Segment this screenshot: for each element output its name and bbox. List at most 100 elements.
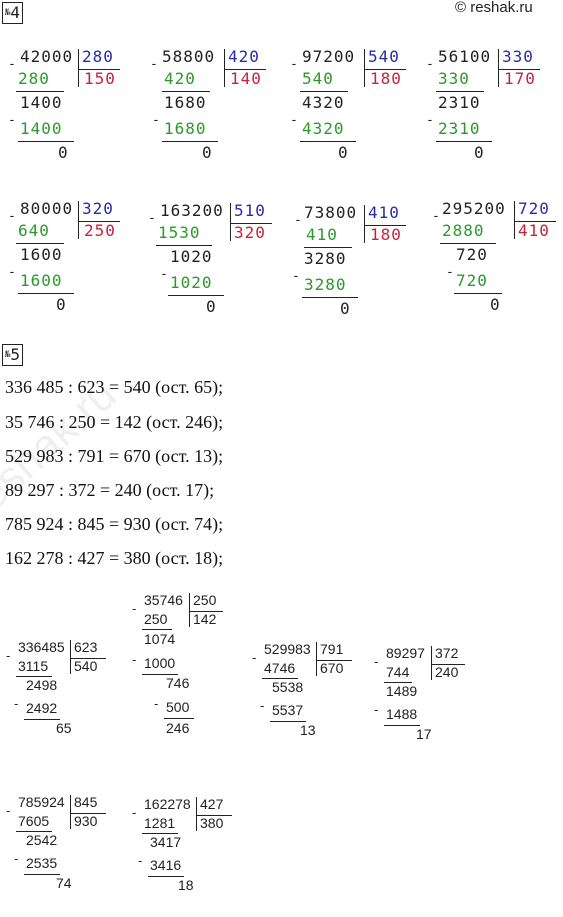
- subtraction-line: [384, 725, 420, 726]
- subtrahend: 720: [456, 271, 488, 290]
- minus-sign: -: [152, 113, 160, 128]
- division-bar: [364, 49, 365, 87]
- subtrahend: 744: [386, 664, 410, 680]
- quotient: 380: [200, 815, 224, 831]
- minus-sign: -: [6, 803, 11, 818]
- subtraction-line: [436, 141, 492, 142]
- remainder: 4320: [302, 93, 345, 112]
- quotient: 150: [84, 69, 116, 88]
- task-4-heading: №4: [2, 2, 24, 24]
- dividend: 97200: [302, 47, 356, 66]
- subtrahend: 4320: [302, 119, 345, 138]
- quotient: 930: [74, 813, 98, 829]
- subtraction-line: [18, 141, 74, 142]
- final-remainder: 74: [56, 875, 72, 891]
- site-brand[interactable]: © reshak.ru: [455, 0, 533, 16]
- subtrahend: 5537: [272, 702, 304, 718]
- final-remainder: 17: [416, 726, 432, 742]
- dividend: 73800: [304, 203, 358, 222]
- subtrahend: 540: [302, 69, 334, 88]
- minus-sign: -: [6, 648, 11, 663]
- quotient: 250: [84, 221, 116, 240]
- divisor: 330: [502, 47, 534, 66]
- quotient: 670: [320, 660, 344, 676]
- subtrahend: 1530: [158, 223, 201, 242]
- quotient: 410: [518, 221, 550, 240]
- division-bar: [189, 593, 190, 627]
- remainder: 1400: [20, 93, 63, 112]
- divisor: 410: [368, 203, 400, 222]
- dividend: 56100: [438, 47, 492, 66]
- subtraction-line: [302, 297, 358, 298]
- divisor: 427: [200, 796, 224, 812]
- remainder: 720: [456, 245, 488, 264]
- divisor: 720: [518, 199, 550, 218]
- minus-sign: -: [292, 269, 300, 284]
- dividend: 35746: [144, 592, 183, 608]
- subtrahend: 1400: [20, 119, 63, 138]
- divisor: 623: [74, 639, 98, 655]
- subtrahend: 250: [144, 611, 168, 627]
- final-remainder: 13: [300, 722, 316, 738]
- division-bar: [431, 646, 432, 680]
- subtrahend: 3416: [150, 857, 182, 873]
- quotient: 142: [193, 611, 217, 627]
- minus-sign: -: [138, 853, 143, 868]
- minus-sign: -: [374, 654, 379, 669]
- final-remainder: 0: [474, 143, 485, 162]
- divisor: 540: [368, 47, 400, 66]
- dividend: 336485: [18, 639, 65, 655]
- subtraction-line: [304, 247, 352, 248]
- subtraction-line: [18, 293, 74, 294]
- division-bar: [230, 203, 231, 241]
- minus-sign: -: [290, 57, 298, 72]
- subtraction-line: [24, 874, 60, 875]
- dividend: 89297: [386, 645, 425, 661]
- subtraction-line: [156, 245, 212, 246]
- subtraction-line: [454, 293, 502, 294]
- subtrahend: 4746: [264, 660, 296, 676]
- dividend: 162278: [144, 796, 191, 812]
- subtrahend: 1600: [20, 271, 63, 290]
- division-bar: [224, 49, 225, 87]
- division-bar: [70, 640, 71, 674]
- division-bar: [498, 49, 499, 87]
- subtrahend: 280: [18, 69, 50, 88]
- minus-sign: -: [154, 696, 159, 711]
- division-bar: [78, 49, 79, 87]
- subtraction-line: [436, 91, 484, 92]
- final-remainder: 0: [58, 143, 69, 162]
- final-remainder: 0: [340, 299, 351, 318]
- subtrahend: 2880: [442, 221, 485, 240]
- divisor: 420: [228, 47, 260, 66]
- remainder: 1020: [170, 247, 213, 266]
- divisor: 250: [193, 592, 217, 608]
- dividend: 42000: [20, 47, 74, 66]
- minus-sign: -: [14, 696, 19, 711]
- quotient: 540: [74, 658, 98, 674]
- subtrahend: 3115: [18, 658, 49, 674]
- equation: 336 485 : 623 = 540 (ост. 65);: [5, 377, 224, 397]
- subtraction-line: [440, 243, 496, 244]
- subtrahend: 500: [166, 699, 190, 715]
- minus-sign: -: [132, 652, 137, 667]
- minus-sign: -: [260, 698, 265, 713]
- minus-sign: -: [432, 209, 440, 224]
- final-remainder: 18: [178, 877, 194, 893]
- remainder: 2310: [438, 93, 481, 112]
- subtrahend: 2492: [26, 700, 58, 716]
- remainder: 3280: [304, 249, 347, 268]
- divisor: 320: [82, 199, 114, 218]
- dividend: 529983: [264, 641, 311, 657]
- subtrahend: 1020: [170, 273, 213, 292]
- subtraction-line: [24, 719, 60, 720]
- dividend: 295200: [442, 199, 506, 218]
- subtraction-line: [142, 629, 172, 630]
- subtraction-line: [16, 91, 64, 92]
- remainder: 2542: [26, 832, 58, 848]
- minus-sign: -: [446, 265, 454, 280]
- remainder: 1680: [164, 93, 207, 112]
- equation: 529 983 : 791 = 670 (ост. 13);: [5, 446, 224, 466]
- minus-sign: -: [294, 213, 302, 228]
- minus-sign: -: [14, 851, 19, 866]
